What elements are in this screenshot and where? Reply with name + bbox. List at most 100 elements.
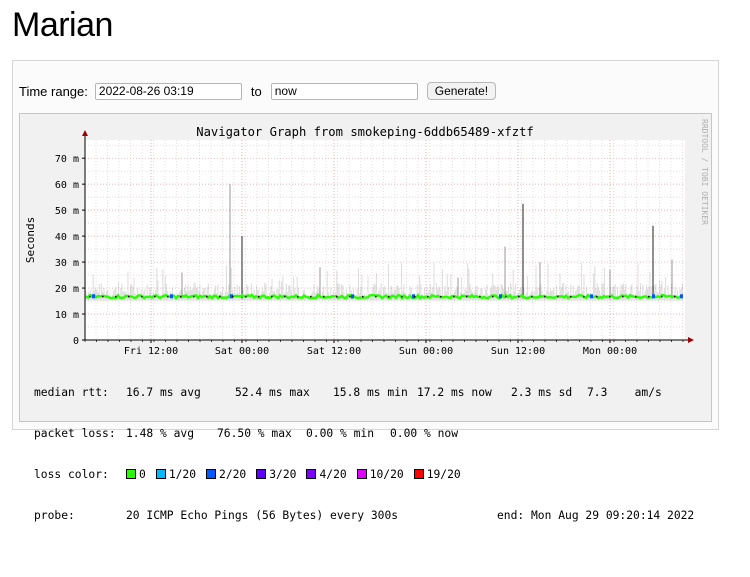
to-label: to [250, 83, 262, 99]
y-tick-label: 50 m [55, 206, 79, 217]
median-dot [570, 295, 572, 298]
median-dot [232, 295, 234, 298]
chart-title: Navigator Graph from smokeping-6ddb65489… [196, 125, 534, 139]
median-dot [661, 295, 663, 298]
loss-marker [652, 294, 655, 299]
median-dot [89, 295, 91, 298]
median-dot [609, 295, 611, 298]
median-dot [362, 295, 364, 298]
median-dot [622, 295, 624, 298]
loss-marker [92, 294, 95, 299]
loss-min: 0.00 % min [306, 426, 375, 440]
legend-median-row: median rtt: 16.7 ms avg 52.4 ms max 15.8… [34, 386, 706, 400]
loss-color-text: 10/20 [369, 467, 404, 481]
loss-color-text: 4/20 [319, 467, 347, 481]
loss-color-swatch [206, 468, 217, 479]
x-axis-arrow [688, 337, 694, 343]
median-dot [258, 295, 260, 298]
loss-color-text: 1/20 [168, 467, 197, 481]
median-dot [141, 295, 143, 298]
median-dot [323, 295, 325, 298]
median-dot [297, 295, 299, 298]
loss-color-swatch [356, 468, 367, 479]
x-tick-label: Mon 00:00 [583, 346, 637, 357]
loss-marker [170, 294, 173, 299]
median-dot [674, 295, 676, 298]
median-now: 17.2 ms now [417, 386, 492, 400]
loss-marker [590, 294, 593, 299]
loss-color-swatch [126, 468, 136, 479]
median-dot [531, 295, 533, 298]
rrdtool-credit: RRDTOOL / TOBI OETIKER [700, 119, 709, 225]
time-range-form: Time range: to Generate! [19, 80, 497, 102]
loss-color-swatch [413, 468, 424, 479]
median-dot [102, 295, 104, 298]
median-sd: 2.3 ms sd [511, 386, 573, 400]
loss-marker [351, 294, 354, 299]
median-dot [453, 295, 455, 298]
median-dot [635, 295, 637, 298]
median-dot [505, 295, 507, 298]
loss-color-swatch [306, 468, 317, 479]
loss-marker [680, 294, 683, 299]
loss-max: 76.50 % max [217, 426, 292, 440]
loss-color-text: 19/20 [426, 467, 461, 481]
page-title: Marian [12, 6, 113, 44]
median-label: median rtt: [34, 386, 109, 400]
end-time-input[interactable] [270, 82, 418, 100]
y-axis-arrow [82, 130, 88, 136]
median-dot [219, 295, 221, 298]
median-dot [193, 295, 195, 298]
median-dot [466, 295, 468, 298]
plot-area [85, 140, 685, 340]
median-dot [414, 295, 416, 298]
median-dot [583, 295, 585, 298]
loss-marker [499, 294, 502, 299]
median-dot [596, 295, 598, 298]
loss-color-swatch [155, 468, 166, 479]
loss-color-item: 2/20 [206, 468, 246, 481]
y-tick-label: 20 m [55, 284, 79, 295]
generate-button[interactable]: Generate! [426, 82, 497, 100]
loss-avg: 1.48 % avg [126, 426, 195, 440]
median-dot [349, 295, 351, 298]
median-dot [492, 295, 494, 298]
median-dot [284, 295, 286, 298]
legend-probe-row: probe: 20 ICMP Echo Pings (56 Bytes) eve… [34, 509, 706, 523]
median-dot [336, 295, 338, 298]
x-tick-label: Sat 12:00 [307, 346, 361, 357]
median-dot [648, 295, 650, 298]
median-dot [128, 295, 130, 298]
median-min: 15.8 ms min [333, 386, 408, 400]
median-max: 52.4 ms max [235, 386, 310, 400]
median-dot [440, 295, 442, 298]
loss-label: packet loss: [34, 426, 116, 440]
x-tick-label: Fri 12:00 [124, 346, 178, 357]
median-dot [544, 295, 546, 298]
median-dot [180, 295, 182, 298]
probe-label: probe: [34, 508, 75, 522]
start-time-input[interactable] [94, 82, 242, 100]
y-tick-label: 10 m [55, 310, 79, 321]
loss-color-swatch [256, 468, 267, 479]
loss-color-item: 0 [126, 468, 146, 481]
median-dot [310, 295, 312, 298]
y-tick-label: 60 m [55, 180, 79, 191]
median-dot [375, 295, 377, 298]
median-dot [388, 295, 390, 298]
loss-now: 0.00 % now [390, 426, 459, 440]
median-ams: 7.3 am/s [587, 386, 662, 400]
x-tick-label: Sun 00:00 [399, 346, 453, 357]
y-tick-label: 30 m [55, 258, 79, 269]
x-tick-label: Sat 00:00 [215, 346, 269, 357]
median-dot [427, 295, 429, 298]
median-dot [245, 295, 247, 298]
median-dot [271, 295, 273, 298]
probe-value: 20 ICMP Echo Pings (56 Bytes) every 300s [126, 508, 399, 522]
median-dot [401, 295, 403, 298]
end-time: end: Mon Aug 29 09:20:14 2022 [497, 508, 695, 522]
loss-color-swatches: 0 1/20 2/20 3/20 4/20 10/20 19/20 [126, 468, 471, 482]
y-axis-label: Seconds [24, 217, 37, 263]
y-tick-label: 70 m [55, 154, 79, 165]
loss-color-text: 2/20 [219, 467, 247, 481]
